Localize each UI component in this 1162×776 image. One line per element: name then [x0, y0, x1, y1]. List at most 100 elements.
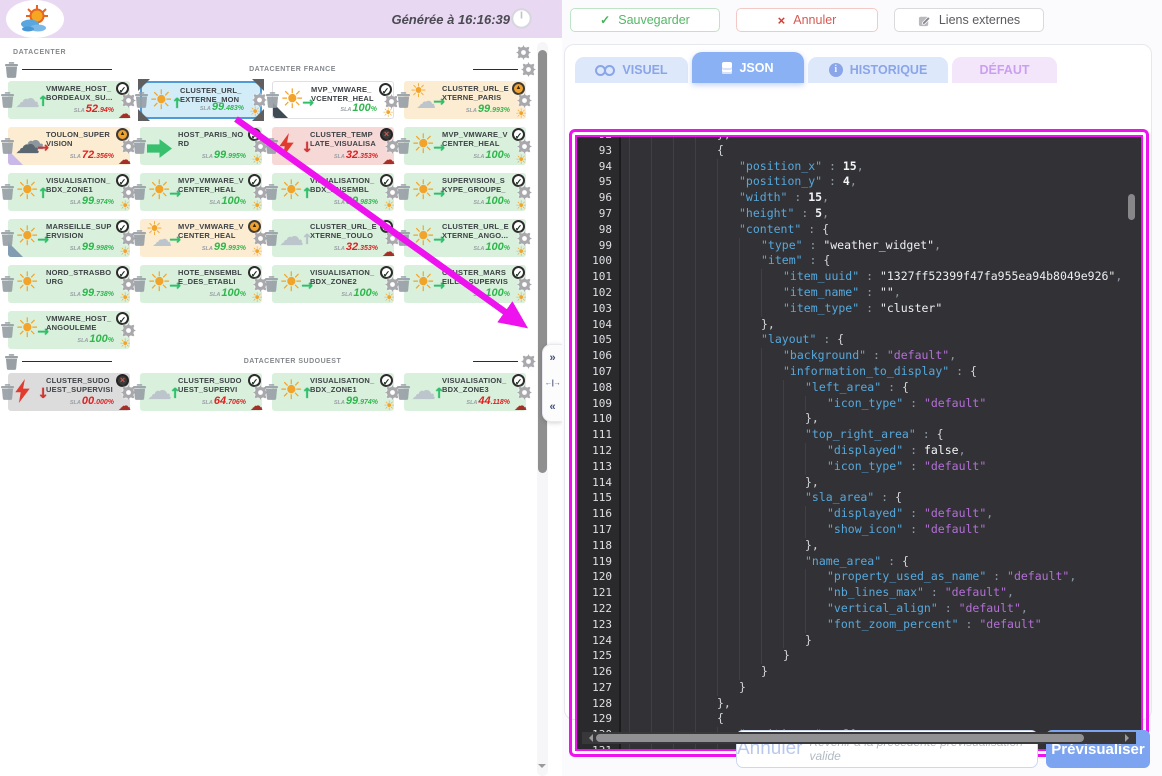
widget-tile[interactable]: ☀→VMWARE_HOST_ANGOULEME✓SLA100%☀: [8, 311, 130, 349]
scroll-down-icon[interactable]: [538, 764, 546, 772]
tab-visuel-label: VISUEL: [622, 63, 667, 77]
horizontal-scrollbar-thumb[interactable]: [596, 734, 1084, 742]
widget-tile[interactable]: ☁↑CLUSTER_SUDOUEST_SUPERVIS...✓SLA64.706…: [140, 373, 262, 411]
trash-icon[interactable]: [1, 384, 14, 400]
expand-panel-icon[interactable]: »: [549, 353, 555, 364]
widget-tile[interactable]: ↓CLUSTER_SUDOUEST_SUPERVISION×SLA00.000%…: [8, 373, 130, 411]
cloudsun-icon: ☀☁→: [411, 84, 441, 114]
trash-icon[interactable]: [1, 276, 14, 292]
trash-icon[interactable]: [265, 384, 278, 400]
gear-icon[interactable]: [517, 139, 532, 154]
info-icon: i: [829, 63, 843, 77]
editor-horizontal-scrollbar[interactable]: [582, 732, 1136, 744]
editor-vertical-scrollbar-thumb[interactable]: [1128, 194, 1135, 220]
code-line: },: [629, 135, 1141, 143]
widget-tile[interactable]: ↓CLUSTER_TEMPLATE_VISUALISAT...×SLA32.35…: [272, 127, 394, 165]
collapse-panel-icon[interactable]: «: [549, 402, 555, 413]
trash-icon[interactable]: [397, 138, 410, 154]
trash-icon[interactable]: [265, 276, 278, 292]
trash-icon[interactable]: [266, 92, 279, 108]
widget-tile[interactable]: ☁↑CLUSTER_URL_EXTERNE_TOULON✓SLA32.353%☁: [272, 219, 394, 257]
gear-icon[interactable]: [517, 277, 532, 292]
trash-icon[interactable]: [133, 230, 146, 246]
widget-tile[interactable]: ☀→HOTE_ENSEMBLE_DES_ETABLIS...✓SLA100%☀: [140, 265, 262, 303]
line-number: 94: [577, 159, 619, 175]
gear-icon[interactable]: [517, 185, 532, 200]
trash-icon[interactable]: [397, 184, 410, 200]
app-logo[interactable]: [6, 0, 64, 38]
cancel-button[interactable]: × Annuler: [736, 8, 878, 32]
widget-tile[interactable]: ☀→CLUSTER_URL_EXTERNE_ANGO...✓SLA100%☀: [404, 219, 526, 257]
widget-tile[interactable]: ☁↑VMWARE_HOST_BORDEAUX_SU...✓SLA52.94%☁: [8, 81, 130, 119]
trash-icon[interactable]: [397, 92, 410, 108]
weather-sun-icon: ☀: [515, 292, 527, 305]
json-editor[interactable]: 9293949596979899100101102103104105106107…: [575, 135, 1143, 751]
code-line: },: [629, 696, 1141, 712]
trash-icon[interactable]: [1, 322, 14, 338]
trash-icon[interactable]: [5, 62, 18, 78]
external-links-button[interactable]: Liens externes: [894, 8, 1044, 32]
tab-json[interactable]: JSON: [692, 52, 804, 83]
code-line: "item_uuid" : "1327ff52399f47fa955ea94b8…: [629, 269, 1141, 285]
gear-icon[interactable]: [517, 385, 532, 400]
trash-icon[interactable]: [133, 184, 146, 200]
gear-icon[interactable]: [121, 93, 136, 108]
trash-icon[interactable]: [265, 138, 278, 154]
sla-value: SLA99.483%: [200, 97, 244, 115]
save-button[interactable]: ✓ Sauvegarder: [570, 8, 720, 32]
tab-defaut[interactable]: DÉFAUT: [952, 57, 1057, 83]
gear-icon[interactable]: [252, 93, 267, 108]
code-area[interactable]: },{"position_x" : 15,"position_y" : 4,"w…: [621, 135, 1141, 749]
scroll-left-icon[interactable]: [585, 734, 593, 742]
tab-historique[interactable]: i HISTORIQUE: [808, 57, 948, 83]
widget-tile[interactable]: ☀→VISUALISATION_BDX_ZONE2✓SLA100%☀: [272, 265, 394, 303]
gear-icon[interactable]: [121, 323, 136, 338]
clock-icon: [511, 8, 532, 34]
widget-tile[interactable]: HOST_PARIS_NORD✓SLA99.995%☀: [140, 127, 262, 165]
widget-tile[interactable]: ☀→SUPERVISION_SKYPE_GROUPE_T✓SLA100%☀: [404, 173, 526, 211]
trash-icon[interactable]: [1, 138, 14, 154]
widget-tile[interactable]: ☁↑VISUALISATION_BDX_ZONE3✓SLA44.118%☁: [404, 373, 526, 411]
trash-icon[interactable]: [1, 92, 14, 108]
widget-tile[interactable]: ☀→CLUSTER_MARSEILLE_SUPERVISION✓SLA100%☀: [404, 265, 526, 303]
gear-icon[interactable]: [521, 354, 536, 369]
trash-icon[interactable]: [1, 184, 14, 200]
widget-tile[interactable]: ☀→MVP_VMWARE_VCENTER_HEALT...✓SLA100%☀: [404, 127, 526, 165]
trash-icon[interactable]: [397, 230, 410, 246]
code-line: "sla_area" : {: [629, 490, 1141, 506]
gear-icon[interactable]: [517, 231, 532, 246]
widget-tile[interactable]: ☀→MVP_VMWARE_VCENTER_HEALT...✓SLA100%☀: [272, 81, 394, 119]
trash-icon[interactable]: [5, 354, 18, 370]
storm-icon: ☁→: [15, 130, 45, 160]
widget-tile[interactable]: ☀↑VISUALISATION_BDX_ZONE1✓SLA99.974%☀: [8, 173, 130, 211]
widget-tile[interactable]: ☀→MARSEILLE_SUPERVISION✓SLA99.998%☀: [8, 219, 130, 257]
scroll-right-icon[interactable]: [1125, 734, 1133, 742]
gear-icon[interactable]: [516, 45, 532, 61]
code-line: },: [629, 538, 1141, 554]
trash-icon[interactable]: [135, 92, 148, 108]
widget-tile[interactable]: ☁→TOULON_SUPERVISION▲SLA72.356%☁: [8, 127, 130, 165]
trash-icon[interactable]: [265, 184, 278, 200]
arrow-icon: [147, 130, 177, 160]
widget-tile[interactable]: ☀☁→MVP_VMWARE_VCENTER_HEALT...▲SLA99.993…: [140, 219, 262, 257]
trash-icon[interactable]: [397, 276, 410, 292]
trash-icon[interactable]: [1, 230, 14, 246]
trash-icon[interactable]: [133, 276, 146, 292]
tab-visuel[interactable]: VISUEL: [575, 57, 688, 83]
line-number: 113: [577, 459, 619, 475]
sla-value: SLA99.993%: [466, 99, 510, 117]
widget-tile[interactable]: ☀↑VISUALISATION_BDX_ZONE1✓SLA99.974%☀: [272, 373, 394, 411]
trash-icon[interactable]: [397, 384, 410, 400]
trash-icon[interactable]: [133, 138, 146, 154]
trash-icon[interactable]: [265, 230, 278, 246]
gear-icon[interactable]: [521, 62, 536, 77]
resize-divider-icon[interactable]: ←|→: [545, 379, 561, 387]
gear-icon[interactable]: [517, 93, 532, 108]
widget-tile[interactable]: ☀↑CLUSTER_URL_EXTERNE_MONTPELIERSLA99.48…: [140, 81, 262, 119]
widget-tile[interactable]: ☀NORD_STRASBOURG✓SLA99.738%☀: [8, 265, 130, 303]
widget-tile[interactable]: ☀☁→CLUSTER_URL_EXTERNE_PARIS▲SLA99.993%☀: [404, 81, 526, 119]
widget-tile[interactable]: ☀→MVP_VMWARE_VCENTER_HEALT...✓SLA100%☀: [140, 173, 262, 211]
widget-tile[interactable]: ☀↑VISUALISATION_BDX_ENSEMBLE...✓SLA99.98…: [272, 173, 394, 211]
sla-value: SLA44.118%: [466, 391, 510, 409]
trash-icon[interactable]: [133, 384, 146, 400]
